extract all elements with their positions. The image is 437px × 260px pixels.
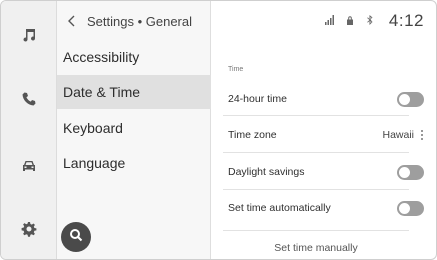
divider	[223, 115, 409, 116]
settings-menu-panel: Settings • General Accessibility Date & …	[57, 1, 211, 259]
menu-item-date-time[interactable]: Date & Time	[57, 75, 211, 109]
signal-icon	[324, 12, 335, 30]
menu-item-accessibility[interactable]: Accessibility	[57, 40, 211, 74]
lock-icon	[345, 12, 355, 30]
rail-phone-button[interactable]	[13, 85, 45, 117]
row-daylight-savings[interactable]: Daylight savings	[228, 162, 424, 182]
set-time-manually-button[interactable]: Set time manually	[223, 239, 409, 257]
toggle-24-hour-time[interactable]	[397, 91, 424, 107]
breadcrumb[interactable]: Settings • General	[67, 13, 192, 29]
music-icon	[21, 27, 37, 48]
menu-item-keyboard[interactable]: Keyboard	[57, 111, 211, 145]
toggle-knob	[399, 202, 410, 214]
more-options-icon[interactable]	[420, 130, 424, 140]
divider	[223, 189, 409, 190]
car-icon	[21, 158, 37, 179]
search-button[interactable]	[61, 222, 91, 252]
breadcrumb-label: Settings • General	[87, 13, 192, 29]
toggle-knob	[399, 93, 410, 105]
menu-item-language[interactable]: Language	[57, 146, 211, 180]
menu-item-label: Language	[63, 155, 126, 171]
row-label: Set time automatically	[228, 202, 331, 214]
left-rail	[1, 1, 57, 259]
section-title: Time	[228, 66, 244, 73]
row-label: Daylight savings	[228, 166, 305, 178]
gear-icon	[21, 221, 37, 242]
clock: 4:12	[388, 11, 424, 30]
time-zone-value: Hawaii	[382, 129, 414, 141]
divider	[223, 152, 409, 153]
bluetooth-icon	[365, 12, 375, 30]
phone-icon	[21, 91, 37, 112]
chevron-left-icon	[67, 15, 79, 27]
row-24-hour-time[interactable]: 24-hour time	[228, 89, 424, 109]
menu-item-label: Accessibility	[63, 49, 140, 65]
row-time-zone[interactable]: Time zone Hawaii	[228, 125, 424, 145]
toggle-daylight-savings[interactable]	[397, 164, 424, 180]
menu-item-label: Keyboard	[63, 120, 123, 136]
search-icon	[69, 228, 83, 247]
app-window: Settings • General Accessibility Date & …	[0, 0, 437, 260]
status-bar: 4:12	[324, 11, 424, 31]
rail-music-button[interactable]	[13, 21, 45, 53]
time-zone-value-group: Hawaii	[382, 129, 424, 141]
row-set-time-automatically[interactable]: Set time automatically	[228, 198, 424, 218]
toggle-knob	[399, 166, 410, 178]
menu-item-label: Date & Time	[63, 84, 141, 100]
rail-settings-button[interactable]	[13, 215, 45, 247]
row-label: 24-hour time	[228, 93, 287, 105]
rail-car-button[interactable]	[13, 152, 45, 184]
divider	[223, 230, 409, 231]
row-label: Time zone	[228, 129, 277, 141]
toggle-set-time-automatically[interactable]	[397, 200, 424, 216]
